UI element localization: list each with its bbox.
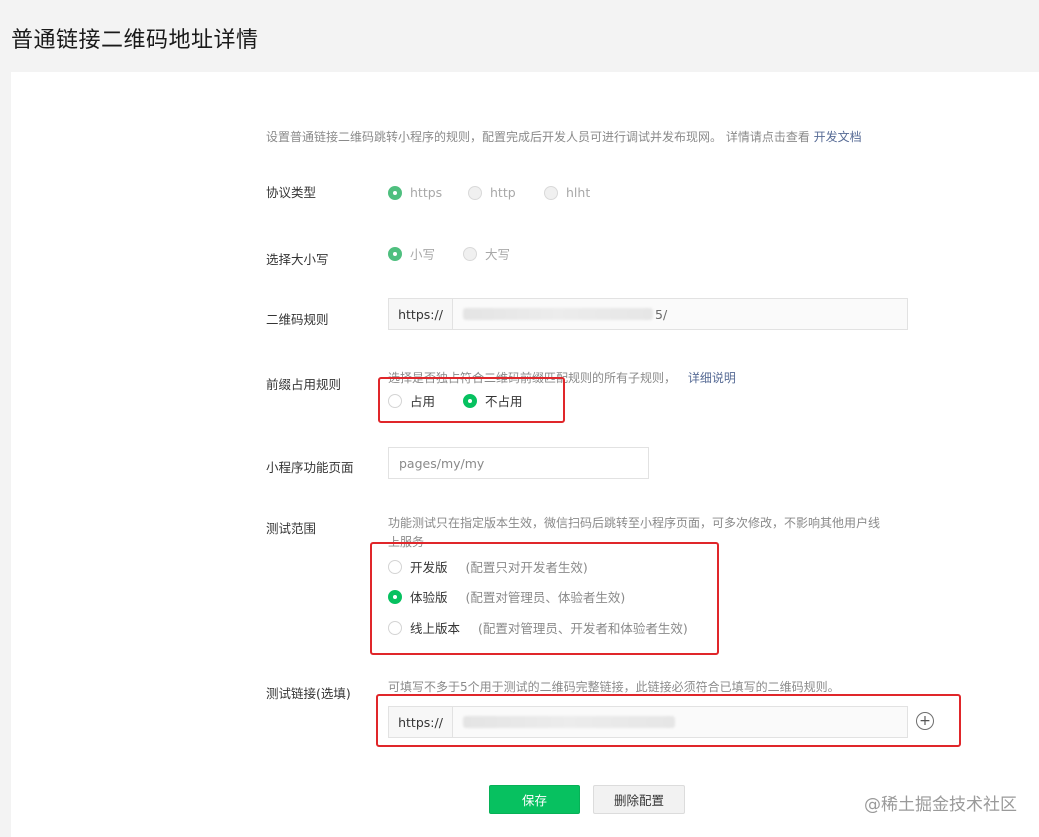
radio-case-upper[interactable]: 大写 bbox=[463, 244, 510, 263]
detail-explanation-link[interactable]: 详细说明 bbox=[688, 371, 736, 385]
radio-dot bbox=[388, 246, 402, 261]
highlight-box-test-link bbox=[376, 694, 961, 747]
protocol-label: 协议类型 bbox=[266, 185, 317, 200]
radio-label: https bbox=[410, 185, 443, 200]
page-path-input[interactable]: pages/my/my bbox=[388, 447, 649, 479]
intro-text: 设置普通链接二维码跳转小程序的规则，配置完成后开发人员可进行调试并发布现网。 详… bbox=[266, 130, 810, 144]
radio-case-lower[interactable]: 小写 bbox=[388, 244, 435, 263]
radio-protocol-http[interactable]: http bbox=[468, 185, 516, 200]
qr-rule-label: 二维码规则 bbox=[266, 312, 329, 327]
radio-dot bbox=[388, 185, 402, 200]
page-title: 普通链接二维码地址详情 bbox=[11, 28, 259, 53]
radio-label: 小写 bbox=[410, 247, 436, 262]
config-panel: 设置普通链接二维码跳转小程序的规则，配置完成后开发人员可进行调试并发布现网。 详… bbox=[11, 72, 1039, 837]
watermark: @稀土掘金技术社区 bbox=[864, 795, 1017, 815]
test-scope-desc-line1: 功能测试只在指定版本生效，微信扫码后跳转至小程序页面，可多次修改，不影响其他用户… bbox=[388, 516, 881, 530]
case-label: 选择大小写 bbox=[266, 252, 329, 267]
qr-rule-input[interactable]: https:// 5/ bbox=[388, 298, 908, 330]
highlight-box-prefix-rule bbox=[378, 377, 565, 423]
intro-description: 设置普通链接二维码跳转小程序的规则，配置完成后开发人员可进行调试并发布现网。 详… bbox=[266, 128, 862, 145]
prefix-rule-label: 前缀占用规则 bbox=[266, 377, 342, 392]
radio-label: 大写 bbox=[485, 247, 511, 262]
radio-protocol-hlht[interactable]: hlht bbox=[544, 185, 590, 200]
radio-dot bbox=[468, 185, 482, 200]
test-scope-label: 测试范围 bbox=[266, 521, 317, 536]
radio-dot bbox=[544, 185, 558, 200]
test-link-description: 可填写不多于5个用于测试的二维码完整链接，此链接必须符合已填写的二维码规则。 bbox=[388, 680, 840, 694]
qr-rule-suffix: 5/ bbox=[655, 306, 668, 322]
test-link-label: 测试链接(选填) bbox=[266, 686, 351, 701]
radio-label: http bbox=[490, 185, 516, 200]
qr-rule-prefix: https:// bbox=[389, 299, 453, 329]
save-button[interactable]: 保存 bbox=[489, 785, 580, 814]
page-path-label: 小程序功能页面 bbox=[266, 460, 354, 475]
highlight-box-test-scope bbox=[370, 542, 719, 655]
dev-docs-link[interactable]: 开发文档 bbox=[814, 130, 862, 144]
radio-label: hlht bbox=[566, 185, 591, 200]
qr-rule-value: 5/ bbox=[453, 299, 907, 329]
delete-config-button[interactable]: 删除配置 bbox=[593, 785, 685, 814]
radio-protocol-https[interactable]: https bbox=[388, 185, 442, 200]
radio-dot bbox=[463, 246, 477, 261]
redacted-text bbox=[463, 308, 653, 320]
